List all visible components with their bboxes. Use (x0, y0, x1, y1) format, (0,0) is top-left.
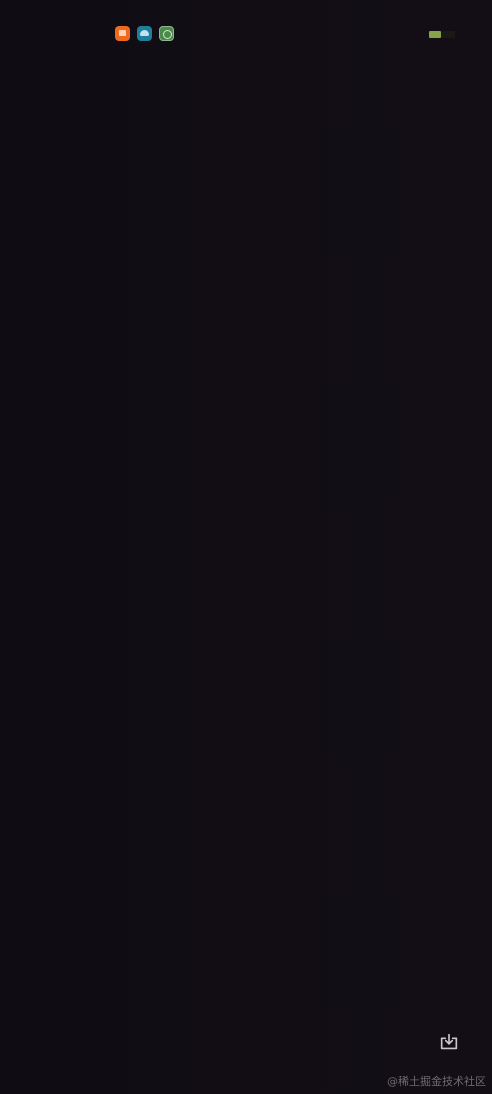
download-button[interactable] (437, 1030, 461, 1054)
orange-app-icon (115, 26, 130, 41)
app-screen: @稀土掘金技术社区 (0, 0, 492, 1094)
notification-icons (115, 26, 174, 41)
download-icon (440, 1033, 458, 1050)
blue-app-icon (137, 26, 152, 41)
status-bar (0, 0, 492, 64)
blank-content-area (0, 64, 492, 1024)
battery-level (429, 30, 441, 38)
watermark-text: @稀土掘金技术社区 (387, 1075, 486, 1088)
battery-icon (429, 30, 457, 38)
battery-body (441, 30, 455, 38)
green-app-icon (159, 26, 174, 41)
